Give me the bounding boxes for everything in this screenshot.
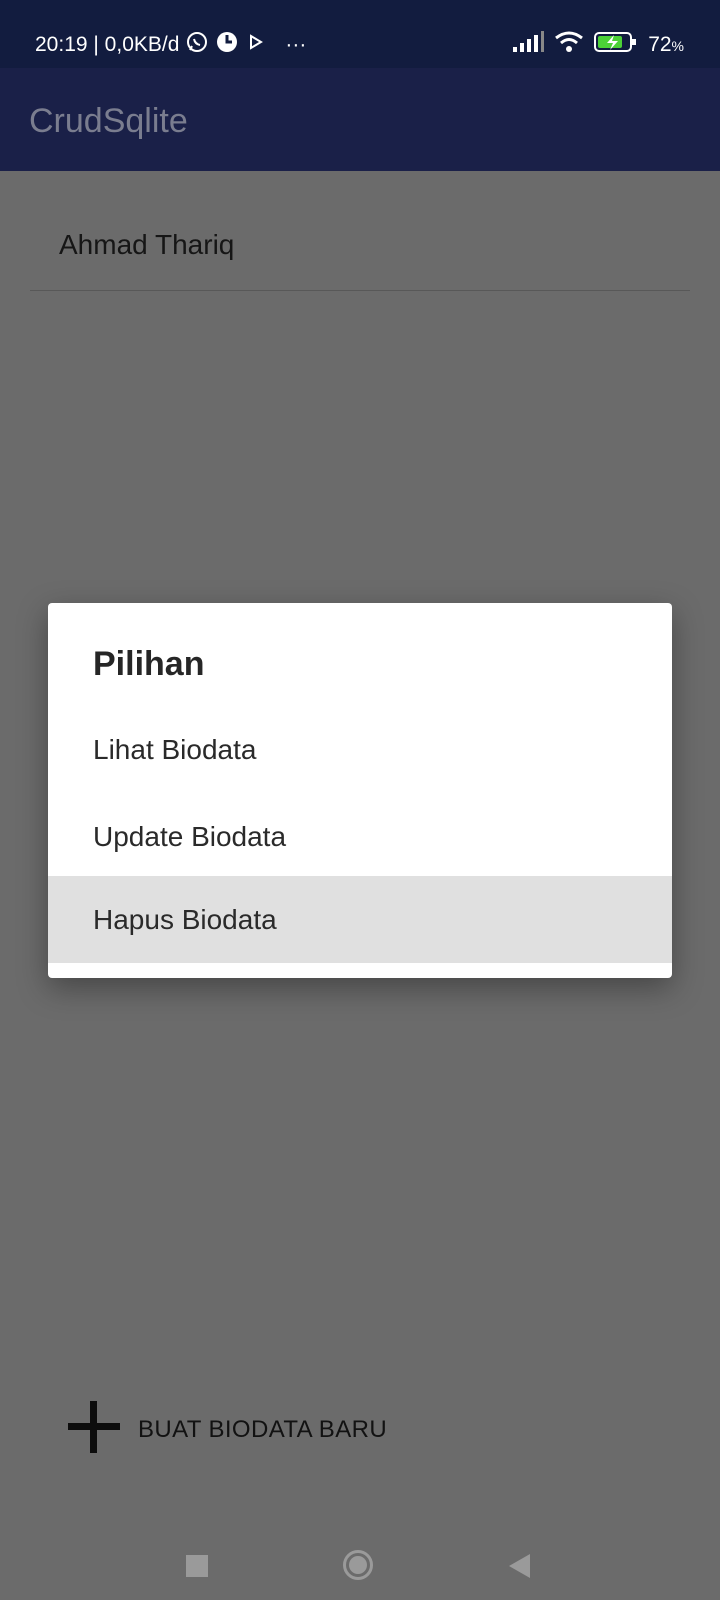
dialog-title: Pilihan xyxy=(93,645,205,683)
home-circle-icon[interactable] xyxy=(343,1550,373,1580)
plus-icon xyxy=(68,1401,120,1458)
options-dialog: Pilihan Lihat Biodata Update Biodata Hap… xyxy=(48,603,672,978)
signal-icon xyxy=(512,31,545,59)
whatsapp-icon xyxy=(185,30,209,60)
option-update-biodata[interactable]: Update Biodata xyxy=(48,793,672,880)
option-delete-biodata[interactable]: Hapus Biodata xyxy=(48,876,672,963)
play-icon xyxy=(245,32,265,58)
create-biodata-button[interactable]: BUAT BIODATA BARU xyxy=(68,1401,387,1458)
battery-value: 72 xyxy=(648,33,672,56)
status-right: 72% xyxy=(512,30,684,60)
status-bar: 20:19 | 0,0KB/d ··· 72% xyxy=(0,0,720,68)
option-view-biodata[interactable]: Lihat Biodata xyxy=(48,706,672,793)
app-bar: CrudSqlite xyxy=(0,68,720,171)
circle-app-icon xyxy=(215,30,239,60)
navigation-bar xyxy=(0,1510,720,1600)
recents-square-icon[interactable] xyxy=(186,1555,208,1577)
battery-charging-icon xyxy=(594,30,638,60)
status-left: 20:19 | 0,0KB/d ··· xyxy=(35,30,306,60)
battery-unit: % xyxy=(671,38,684,54)
more-notifications-icon: ··· xyxy=(285,33,307,56)
option-label: Hapus Biodata xyxy=(93,904,277,935)
back-triangle-icon[interactable] xyxy=(509,1554,530,1578)
list-item[interactable]: Ahmad Thariq xyxy=(30,171,690,291)
battery-percent: 72% xyxy=(648,33,684,57)
option-label: Update Biodata xyxy=(93,821,287,852)
option-label: Lihat Biodata xyxy=(93,734,257,765)
create-biodata-label: BUAT BIODATA BARU xyxy=(138,1415,388,1443)
wifi-icon xyxy=(554,30,584,60)
list-item-label: Ahmad Thariq xyxy=(59,229,235,260)
time-network-speed: 20:19 | 0,0KB/d xyxy=(35,33,180,56)
app-title: CrudSqlite xyxy=(29,102,188,140)
